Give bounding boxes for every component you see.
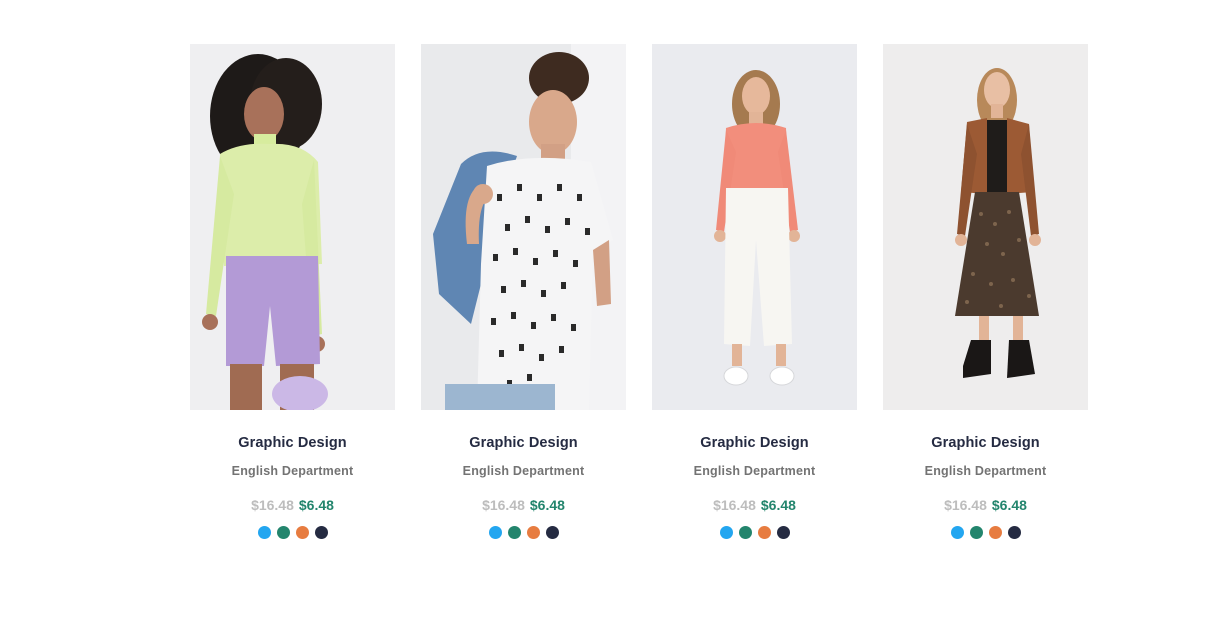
product-grid: Graphic Design English Department $16.48… xyxy=(190,44,1088,539)
old-price: $16.48 xyxy=(944,497,987,513)
swatch-blue[interactable] xyxy=(257,526,271,539)
swatch-green[interactable] xyxy=(738,526,752,539)
product-photo-woman-coral xyxy=(652,44,857,410)
product-card[interactable]: Graphic Design English Department $16.48… xyxy=(652,44,857,539)
swatch-navy[interactable] xyxy=(545,526,559,539)
swatch-blue[interactable] xyxy=(488,526,502,539)
swatch-orange[interactable] xyxy=(757,526,771,539)
price-row: $16.48 $6.48 xyxy=(482,496,565,514)
swatch-blue[interactable] xyxy=(719,526,733,539)
swatch-green[interactable] xyxy=(276,526,290,539)
old-price: $16.48 xyxy=(251,497,294,513)
price-row: $16.48 $6.48 xyxy=(944,496,1027,514)
swatch-green[interactable] xyxy=(507,526,521,539)
product-title[interactable]: Graphic Design xyxy=(931,434,1040,452)
product-image[interactable] xyxy=(883,44,1088,410)
price-row: $16.48 $6.48 xyxy=(713,496,796,514)
price-row: $16.48 $6.48 xyxy=(251,496,334,514)
swatch-navy[interactable] xyxy=(314,526,328,539)
swatch-orange[interactable] xyxy=(526,526,540,539)
product-department: English Department xyxy=(924,464,1047,478)
product-department: English Department xyxy=(693,464,816,478)
product-title[interactable]: Graphic Design xyxy=(469,434,578,452)
product-image[interactable] xyxy=(190,44,395,410)
swatch-orange[interactable] xyxy=(988,526,1002,539)
color-swatches xyxy=(950,526,1021,539)
product-card[interactable]: Graphic Design English Department $16.48… xyxy=(190,44,395,539)
product-photo-woman-green xyxy=(190,44,395,410)
product-photo-man-tshirt xyxy=(421,44,626,410)
swatch-navy[interactable] xyxy=(776,526,790,539)
old-price: $16.48 xyxy=(482,497,525,513)
product-department: English Department xyxy=(231,464,354,478)
product-card[interactable]: Graphic Design English Department $16.48… xyxy=(421,44,626,539)
product-photo-woman-brown-jacket xyxy=(883,44,1088,410)
product-card[interactable]: Graphic Design English Department $16.48… xyxy=(883,44,1088,539)
color-swatches xyxy=(488,526,559,539)
sale-price: $6.48 xyxy=(760,497,796,513)
sale-price: $6.48 xyxy=(529,497,565,513)
color-swatches xyxy=(257,526,328,539)
product-image[interactable] xyxy=(421,44,626,410)
swatch-blue[interactable] xyxy=(950,526,964,539)
swatch-orange[interactable] xyxy=(295,526,309,539)
product-title[interactable]: Graphic Design xyxy=(700,434,809,452)
product-department: English Department xyxy=(462,464,585,478)
old-price: $16.48 xyxy=(713,497,756,513)
color-swatches xyxy=(719,526,790,539)
product-image[interactable] xyxy=(652,44,857,410)
sale-price: $6.48 xyxy=(298,497,334,513)
product-title[interactable]: Graphic Design xyxy=(238,434,347,452)
swatch-green[interactable] xyxy=(969,526,983,539)
swatch-navy[interactable] xyxy=(1007,526,1021,539)
sale-price: $6.48 xyxy=(991,497,1027,513)
